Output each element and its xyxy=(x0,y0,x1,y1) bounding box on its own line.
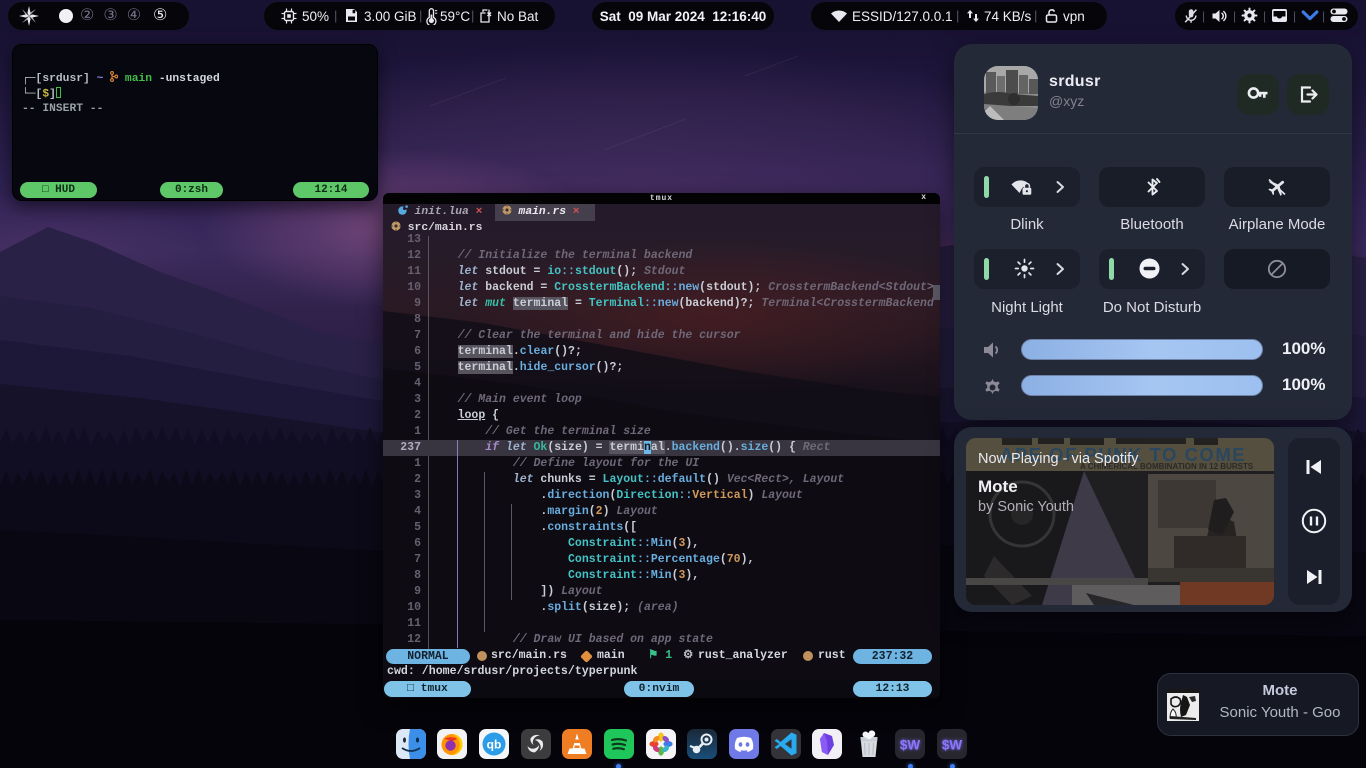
svg-text:$W: $W xyxy=(942,738,963,753)
svg-text:$W: $W xyxy=(900,738,921,753)
svg-text:qb: qb xyxy=(487,738,502,752)
